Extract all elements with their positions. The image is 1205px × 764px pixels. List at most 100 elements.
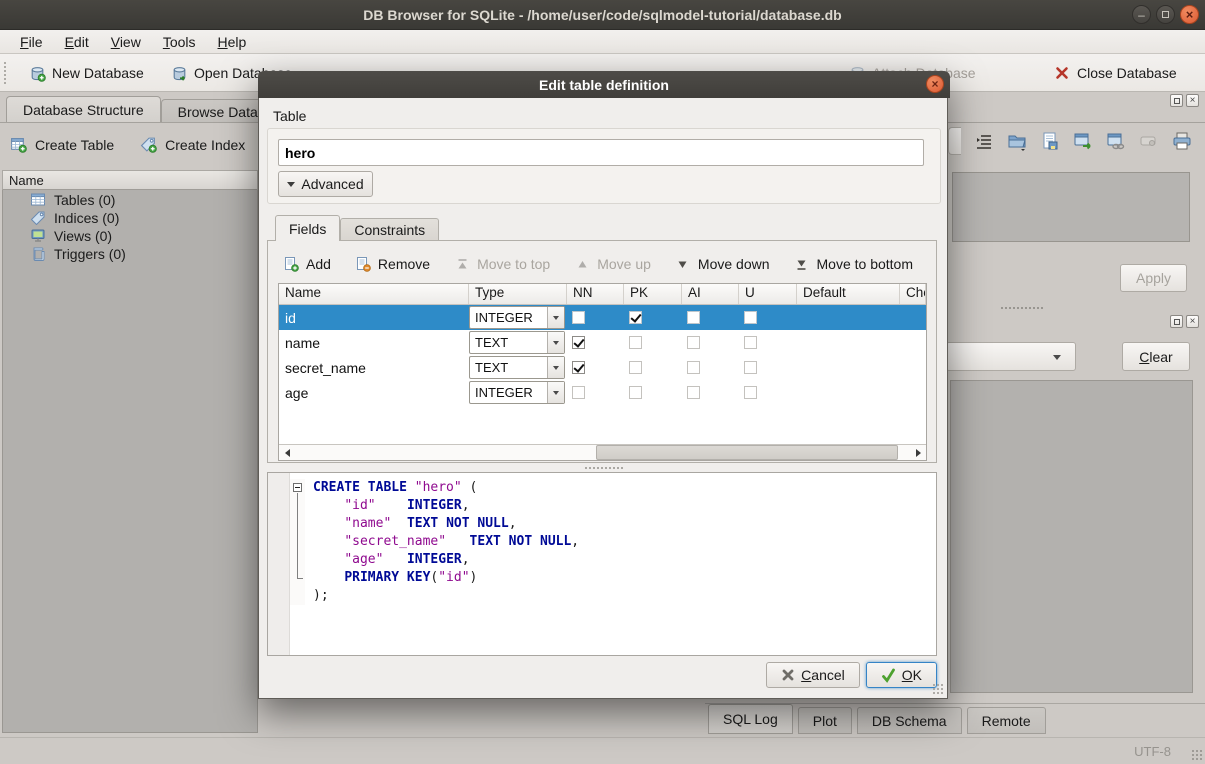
column-header-type[interactable]: Type xyxy=(469,284,567,304)
pk-checkbox[interactable] xyxy=(629,361,642,374)
partial-button[interactable] xyxy=(948,127,961,155)
tree-item-views[interactable]: Views (0) xyxy=(2,227,258,245)
resize-grip[interactable] xyxy=(1191,749,1203,761)
scroll-left-icon[interactable] xyxy=(279,445,295,460)
move-to-bottom-button[interactable]: Move to bottom xyxy=(794,256,914,272)
field-row-secret_name[interactable]: secret_nameTEXT xyxy=(279,355,926,380)
ai-checkbox[interactable] xyxy=(687,386,700,399)
type-combo[interactable]: INTEGER xyxy=(469,381,565,404)
field-row-age[interactable]: ageINTEGER xyxy=(279,380,926,405)
u-checkbox[interactable] xyxy=(744,386,757,399)
print-icon[interactable] xyxy=(1172,131,1192,151)
add-button[interactable]: Add xyxy=(283,256,331,272)
close-database-button[interactable]: Close Database xyxy=(1053,61,1177,85)
ok-button[interactable]: OK xyxy=(866,662,937,688)
scroll-right-icon[interactable] xyxy=(910,445,926,460)
remove-button[interactable]: Remove xyxy=(355,256,430,272)
indent-icon[interactable] xyxy=(974,131,994,151)
tab-plot[interactable]: Plot xyxy=(798,707,852,734)
schema-tree-header[interactable]: Name xyxy=(2,170,258,190)
chevron-down-icon[interactable] xyxy=(547,357,564,378)
menu-tools[interactable]: Tools xyxy=(153,32,206,52)
u-checkbox[interactable] xyxy=(744,311,757,324)
open-sql-icon[interactable] xyxy=(1007,131,1027,151)
cancel-button[interactable]: Cancel xyxy=(766,662,860,688)
type-combo[interactable]: TEXT xyxy=(469,331,565,354)
close-icon[interactable]: × xyxy=(1180,5,1199,24)
dock-close-icon[interactable]: × xyxy=(1186,315,1199,328)
column-header-name[interactable]: Name xyxy=(279,284,469,304)
create-index-button[interactable]: Create Index xyxy=(140,136,245,154)
field-name-cell[interactable]: id xyxy=(279,310,469,326)
pk-checkbox[interactable] xyxy=(629,336,642,349)
apply-button[interactable]: Apply xyxy=(1120,264,1187,292)
pk-checkbox[interactable] xyxy=(629,311,642,324)
nn-checkbox[interactable] xyxy=(572,386,585,399)
tree-item-tables[interactable]: Tables (0) xyxy=(2,191,258,209)
scrollbar-track[interactable] xyxy=(295,445,910,460)
save-sql-icon[interactable] xyxy=(1040,131,1060,151)
maximize-icon[interactable] xyxy=(1156,5,1175,24)
advanced-button[interactable]: Advanced xyxy=(278,171,373,197)
move-up-icon xyxy=(574,256,590,272)
field-row-id[interactable]: idINTEGER xyxy=(279,305,926,330)
dock-splitter-handle[interactable] xyxy=(1000,306,1044,310)
nn-checkbox[interactable] xyxy=(572,311,585,324)
toolbar-handle[interactable] xyxy=(3,61,8,85)
menu-edit[interactable]: Edit xyxy=(55,32,99,52)
dialog-splitter-handle[interactable] xyxy=(584,466,624,470)
pk-checkbox[interactable] xyxy=(629,386,642,399)
dialog-tab-fields[interactable]: Fields xyxy=(275,215,340,241)
table-name-input[interactable] xyxy=(278,139,924,166)
nn-checkbox[interactable] xyxy=(572,336,585,349)
tab-db-schema[interactable]: DB Schema xyxy=(857,707,962,734)
tree-item-triggers[interactable]: Triggers (0) xyxy=(2,245,258,263)
dock-restore-icon[interactable] xyxy=(1170,94,1183,107)
fold-margin[interactable] xyxy=(290,479,305,497)
create-table-button[interactable]: Create Table xyxy=(10,136,114,154)
menu-file[interactable]: File xyxy=(10,32,53,52)
column-header-nn[interactable]: NN xyxy=(567,284,624,304)
nn-checkbox[interactable] xyxy=(572,361,585,374)
export-icon[interactable] xyxy=(1073,131,1093,151)
dock-restore-icon[interactable] xyxy=(1170,315,1183,328)
menu-help[interactable]: Help xyxy=(208,32,257,52)
ai-checkbox[interactable] xyxy=(687,361,700,374)
field-name-cell[interactable]: name xyxy=(279,335,469,351)
tab-sql-log[interactable]: SQL Log xyxy=(708,704,793,734)
dialog-tab-constraints[interactable]: Constraints xyxy=(340,218,439,241)
remote-identity-combo[interactable] xyxy=(946,342,1076,371)
clear-button[interactable]: Clear xyxy=(1122,342,1190,371)
dialog-resize-grip[interactable] xyxy=(932,683,944,695)
null-icon[interactable] xyxy=(1139,131,1159,151)
ai-checkbox[interactable] xyxy=(687,336,700,349)
tab-database-structure[interactable]: Database Structure xyxy=(6,96,161,123)
move-down-button[interactable]: Move down xyxy=(675,256,770,272)
fields-table-hscrollbar[interactable] xyxy=(279,444,926,460)
dialog-close-icon[interactable]: × xyxy=(926,75,944,93)
chevron-down-icon[interactable] xyxy=(547,382,564,403)
type-combo[interactable]: INTEGER xyxy=(469,306,565,329)
type-combo[interactable]: TEXT xyxy=(469,356,565,379)
field-name-cell[interactable]: age xyxy=(279,385,469,401)
u-checkbox[interactable] xyxy=(744,361,757,374)
chevron-down-icon[interactable] xyxy=(547,307,564,328)
link-icon[interactable] xyxy=(1106,131,1126,151)
chevron-down-icon[interactable] xyxy=(547,332,564,353)
menu-view[interactable]: View xyxy=(101,32,151,52)
tab-remote[interactable]: Remote xyxy=(967,707,1046,734)
new-database-button[interactable]: New Database xyxy=(28,61,144,85)
u-checkbox[interactable] xyxy=(744,336,757,349)
ai-checkbox[interactable] xyxy=(687,311,700,324)
column-header-check[interactable]: Check xyxy=(900,284,926,304)
column-header-default[interactable]: Default xyxy=(797,284,900,304)
column-header-ai[interactable]: AI xyxy=(682,284,739,304)
field-name-cell[interactable]: secret_name xyxy=(279,360,469,376)
tree-item-indices[interactable]: Indices (0) xyxy=(2,209,258,227)
column-header-pk[interactable]: PK xyxy=(624,284,682,304)
scrollbar-handle[interactable] xyxy=(596,445,897,460)
field-row-name[interactable]: nameTEXT xyxy=(279,330,926,355)
column-header-u[interactable]: U xyxy=(739,284,797,304)
dock-close-icon[interactable]: × xyxy=(1186,94,1199,107)
minimize-icon[interactable]: – xyxy=(1132,5,1151,24)
